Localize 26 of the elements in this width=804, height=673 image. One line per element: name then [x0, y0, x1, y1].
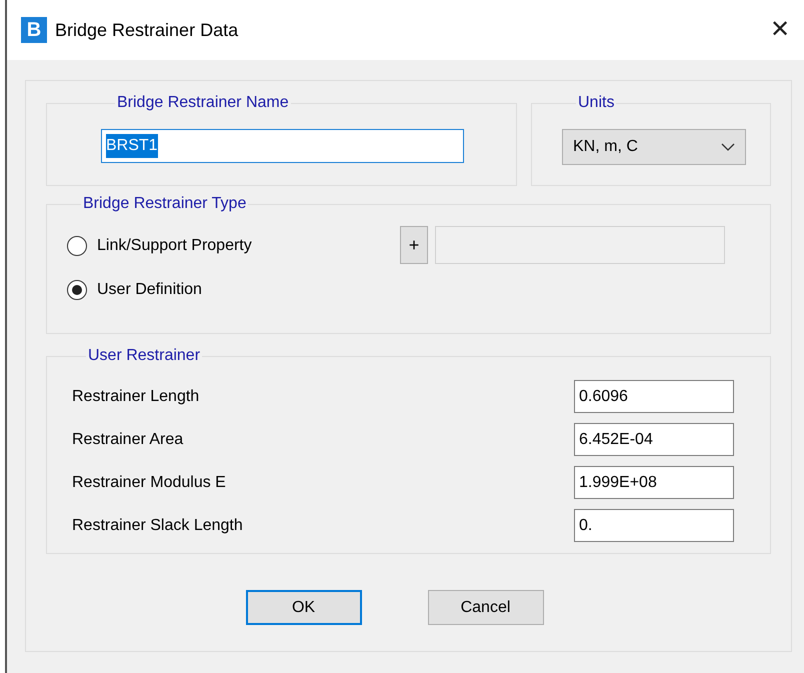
radio-option[interactable]: User Definition: [67, 278, 400, 302]
group-title: Units: [577, 93, 616, 113]
value-field[interactable]: 1.999E+08: [574, 466, 734, 499]
dialog-button[interactable]: Cancel: [428, 590, 544, 625]
add-button[interactable]: +: [400, 226, 428, 264]
value-field[interactable]: 0.6096: [574, 380, 734, 413]
radio-button[interactable]: [67, 236, 87, 256]
name-field[interactable]: BRST1: [101, 129, 464, 163]
app-icon: B: [21, 17, 47, 43]
group-title: Bridge Restrainer Type: [82, 194, 248, 214]
dialog-button[interactable]: OK: [246, 590, 362, 625]
window-title: Bridge Restrainer Data: [55, 18, 238, 42]
field-label: Restrainer Area: [72, 430, 184, 450]
value-field[interactable]: 0.: [574, 509, 734, 542]
radio-button[interactable]: [67, 280, 87, 300]
value-field[interactable]: 6.452E-04: [574, 423, 734, 456]
close-button[interactable]: ✕: [766, 16, 794, 44]
field-label: Restrainer Length: [72, 386, 200, 406]
radio-option[interactable]: Link/Support Property: [67, 234, 400, 258]
units-dropdown[interactable]: KN, m, C: [562, 129, 746, 165]
field-label: Restrainer Slack Length: [72, 516, 243, 536]
group-title: User Restrainer: [87, 346, 202, 366]
chevron-down-icon: [721, 143, 735, 151]
property-field[interactable]: [435, 226, 725, 264]
field-label: Restrainer Modulus E: [72, 472, 226, 492]
group-title: Bridge Restrainer Name: [116, 93, 290, 113]
